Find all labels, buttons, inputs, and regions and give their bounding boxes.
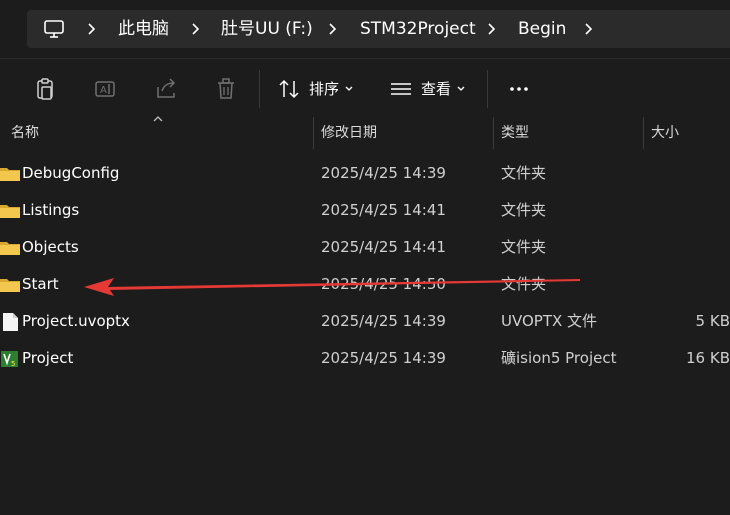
delete-icon[interactable] <box>212 75 240 103</box>
keil-project-icon: 5 <box>1 351 18 368</box>
command-bar: A 排序 查看 <box>0 62 730 116</box>
file-name[interactable]: Start <box>22 266 59 303</box>
file-name[interactable]: Project.uvoptx <box>22 303 130 340</box>
file-icon <box>3 313 18 331</box>
column-header: 名称 修改日期 类型 大小 <box>0 116 730 149</box>
svg-text:A: A <box>100 85 107 96</box>
breadcrumb-drive[interactable]: 肚号UU (F:) <box>221 10 313 48</box>
folder-icon <box>0 242 20 255</box>
file-row[interactable]: 5 Project 2025/4/25 14:39 礦ision5 Projec… <box>0 340 730 377</box>
this-pc-icon[interactable] <box>43 18 65 40</box>
sort-button[interactable]: 排序 <box>309 76 339 102</box>
chevron-down-icon[interactable] <box>344 84 354 94</box>
file-size: 5 KB <box>695 312 730 330</box>
file-modified: 2025/4/25 14:41 <box>321 201 446 219</box>
folder-icon <box>0 279 20 292</box>
share-icon[interactable] <box>152 75 180 103</box>
sort-icon[interactable] <box>275 75 303 103</box>
file-modified: 2025/4/25 14:39 <box>321 312 446 330</box>
chevron-right-icon[interactable] <box>580 21 596 37</box>
view-icon[interactable] <box>387 75 415 103</box>
chevron-down-icon[interactable] <box>456 84 466 94</box>
svg-text:5: 5 <box>11 360 15 368</box>
column-modified[interactable]: 修改日期 <box>321 117 377 149</box>
file-row[interactable]: Start 2025/4/25 14:50 文件夹 <box>0 266 730 303</box>
column-name[interactable]: 名称 <box>11 117 39 149</box>
breadcrumb-begin[interactable]: Begin <box>518 10 566 48</box>
more-options-icon[interactable] <box>505 75 533 103</box>
file-row[interactable]: DebugConfig 2025/4/25 14:39 文件夹 <box>0 155 730 192</box>
file-modified: 2025/4/25 14:41 <box>321 238 446 256</box>
file-type: 文件夹 <box>501 164 547 182</box>
view-button[interactable]: 查看 <box>421 76 451 102</box>
folder-icon <box>0 205 20 218</box>
file-modified: 2025/4/25 14:39 <box>321 164 446 182</box>
file-row[interactable]: Listings 2025/4/25 14:41 文件夹 <box>0 192 730 229</box>
file-modified: 2025/4/25 14:39 <box>321 349 446 367</box>
toolbar-divider <box>259 70 260 108</box>
breadcrumb-stm32project[interactable]: STM32Project <box>360 10 476 48</box>
file-modified: 2025/4/25 14:50 <box>321 275 446 293</box>
file-type: UVOPTX 文件 <box>501 312 598 330</box>
file-type: 文件夹 <box>501 201 547 219</box>
file-name[interactable]: Listings <box>22 192 79 229</box>
column-size[interactable]: 大小 <box>651 117 679 149</box>
file-row[interactable]: Objects 2025/4/25 14:41 文件夹 <box>0 229 730 266</box>
breadcrumb-this-pc[interactable]: 此电脑 <box>118 10 169 48</box>
file-type: 文件夹 <box>501 275 547 293</box>
address-bar[interactable]: 此电脑 肚号UU (F:) STM32Project Begin <box>27 10 730 48</box>
file-row[interactable]: Project.uvoptx 2025/4/25 14:39 UVOPTX 文件… <box>0 303 730 340</box>
file-name[interactable]: Objects <box>22 229 79 266</box>
file-type: 礦ision5 Project <box>501 349 617 367</box>
chevron-right-icon[interactable] <box>187 21 203 37</box>
column-divider[interactable] <box>313 117 314 149</box>
divider <box>0 58 730 59</box>
sort-ascending-icon <box>153 116 163 122</box>
file-name[interactable]: DebugConfig <box>22 155 119 192</box>
toolbar-divider <box>487 70 488 108</box>
file-type: 文件夹 <box>501 238 547 256</box>
chevron-right-icon[interactable] <box>483 21 499 37</box>
column-type[interactable]: 类型 <box>501 117 529 149</box>
column-divider[interactable] <box>643 117 644 149</box>
chevron-right-icon[interactable] <box>83 21 99 37</box>
rename-icon[interactable]: A <box>91 75 119 103</box>
paste-icon[interactable] <box>31 75 59 103</box>
folder-icon <box>0 168 20 181</box>
file-name[interactable]: Project <box>22 340 73 377</box>
chevron-right-icon[interactable] <box>324 21 340 37</box>
file-size: 16 KB <box>686 349 730 367</box>
column-divider[interactable] <box>493 117 494 149</box>
